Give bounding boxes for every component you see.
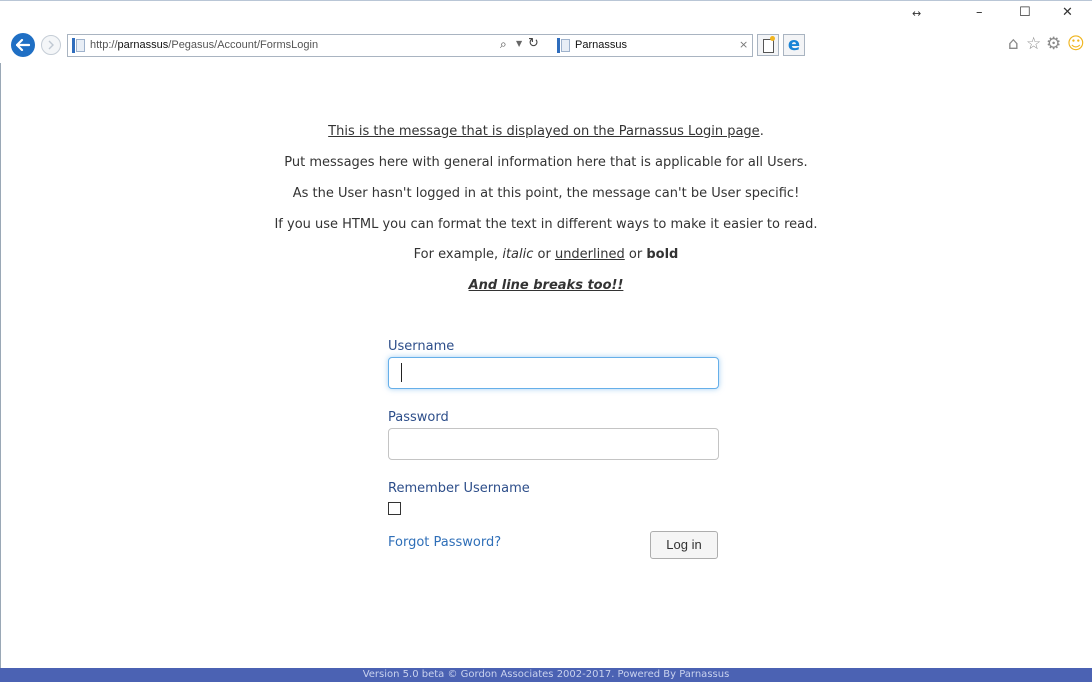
back-arrow-icon	[16, 39, 30, 51]
footer-bar: Version 5.0 beta © Gordon Associates 200…	[0, 668, 1092, 682]
maximize-button[interactable]: ☐	[1019, 5, 1031, 20]
forgot-password-link[interactable]: Forgot Password?	[388, 535, 501, 550]
dropdown-icon[interactable]: ▼	[516, 39, 522, 48]
window-edge	[0, 0, 1, 682]
ie-logo-icon[interactable]: e	[783, 34, 805, 56]
message-line-3: As the User hasn't logged in at this poi…	[292, 186, 800, 201]
username-input[interactable]	[388, 357, 719, 389]
page-icon	[72, 38, 85, 53]
forward-icon	[48, 40, 54, 50]
message-line-5: For example, italic or underlined or bol…	[413, 247, 679, 262]
new-tab-button[interactable]	[757, 34, 779, 56]
minimize-button[interactable]: –	[976, 5, 983, 20]
tab-title: Parnassus	[575, 39, 627, 51]
password-label: Password	[388, 410, 449, 425]
tab-parnassus[interactable]: Parnassus ×	[553, 34, 753, 57]
favorites-star-icon[interactable]: ☆	[1026, 34, 1041, 54]
back-button[interactable]	[11, 33, 35, 57]
search-icon[interactable]: ⌕	[500, 37, 507, 52]
message-line-6: And line breaks too!!	[468, 278, 624, 293]
remember-username-label: Remember Username	[388, 481, 530, 496]
remember-username-checkbox[interactable]	[388, 502, 401, 515]
message-line-1: This is the message that is displayed on…	[328, 124, 764, 139]
tab-close-icon[interactable]: ×	[739, 38, 748, 51]
address-bar[interactable]: http://parnassus/Pegasus/Account/FormsLo…	[67, 34, 554, 57]
password-input[interactable]	[388, 428, 719, 460]
restore-arrows-icon[interactable]: ↔	[912, 7, 921, 20]
settings-gear-icon[interactable]: ⚙	[1046, 34, 1061, 54]
forward-button[interactable]	[41, 35, 61, 55]
username-label: Username	[388, 339, 455, 354]
text-caret	[401, 363, 402, 382]
home-icon[interactable]: ⌂	[1008, 34, 1019, 54]
url-text[interactable]: http://parnassus/Pegasus/Account/FormsLo…	[90, 39, 318, 51]
smiley-feedback-icon[interactable]: ☺	[1067, 34, 1085, 54]
tab-page-icon	[557, 38, 570, 53]
login-button[interactable]: Log in	[650, 531, 718, 559]
new-tab-icon	[763, 39, 774, 53]
message-line-2: Put messages here with general informati…	[284, 155, 808, 170]
message-line-4: If you use HTML you can format the text …	[274, 217, 818, 232]
close-button[interactable]: ✕	[1062, 5, 1073, 20]
refresh-icon[interactable]: ↻	[528, 36, 539, 51]
browser-toolbar: http://parnassus/Pegasus/Account/FormsLo…	[0, 0, 1092, 63]
